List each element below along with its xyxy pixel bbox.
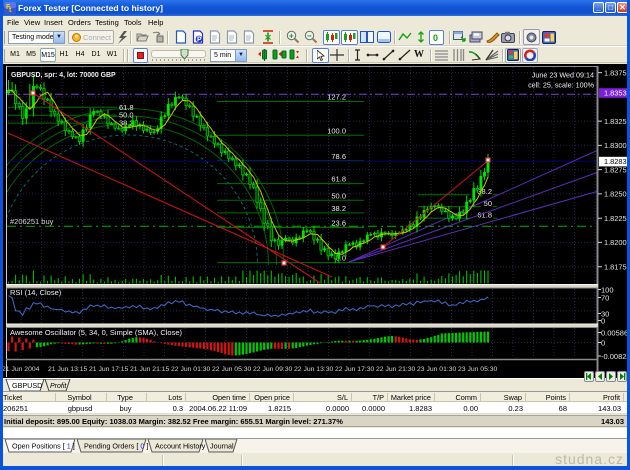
svg-text:P: P [197, 37, 202, 44]
svg-text:RSI (14, Close): RSI (14, Close) [10, 288, 62, 297]
svg-text:1.8283: 1.8283 [604, 157, 627, 166]
svg-text:21 Jun 2004: 21 Jun 2004 [3, 366, 40, 373]
svg-text:21 Jun 13:15: 21 Jun 13:15 [48, 366, 88, 373]
svg-text:0.00586: 0.00586 [601, 328, 627, 337]
svg-text:Journal: Journal [210, 442, 234, 451]
svg-text:1.8353: 1.8353 [604, 89, 627, 98]
svg-text:1.8375: 1.8375 [604, 68, 627, 77]
svg-text:23 Jun 05:30: 23 Jun 05:30 [458, 366, 498, 373]
svg-text:1.8200: 1.8200 [604, 238, 627, 247]
svg-text:61.8: 61.8 [331, 175, 346, 184]
svg-text:0: 0 [601, 338, 605, 347]
svg-text:#206251 buy: #206251 buy [10, 217, 54, 226]
svg-text:22 Jun 17:30: 22 Jun 17:30 [335, 366, 375, 373]
svg-text:Open Positions [ 1 ]: Open Positions [ 1 ] [12, 442, 75, 451]
svg-text:100.0: 100.0 [327, 126, 346, 135]
svg-text:1.8225: 1.8225 [604, 214, 627, 223]
svg-text:1.8300: 1.8300 [604, 141, 627, 150]
svg-text:21 Jun 21:15: 21 Jun 21:15 [130, 366, 170, 373]
svg-text:-0.00822: -0.00822 [601, 352, 627, 361]
svg-text:21 Jun 17:15: 21 Jun 17:15 [89, 366, 129, 373]
svg-text:23 Jun 01:30: 23 Jun 01:30 [417, 366, 457, 373]
svg-text:Profit: Profit [50, 383, 67, 390]
svg-text:22 Jun 05:30: 22 Jun 05:30 [212, 366, 252, 373]
svg-text:1.8275: 1.8275 [604, 165, 627, 174]
svg-text:Account History: Account History [155, 442, 206, 451]
svg-text:22 Jun 09:30: 22 Jun 09:30 [253, 366, 293, 373]
svg-text:Awesome Oscillator (5, 34, 0,: Awesome Oscillator (5, 34, 0, Simple (SM… [10, 328, 183, 337]
svg-text:0: 0 [601, 316, 605, 325]
svg-text:+: + [289, 31, 294, 40]
svg-text:−: − [307, 31, 312, 40]
svg-text:0.0: 0.0 [336, 254, 346, 263]
svg-text:1.8325: 1.8325 [604, 117, 627, 126]
svg-text:22 Jun 13:30: 22 Jun 13:30 [294, 366, 334, 373]
svg-text:78.6: 78.6 [331, 152, 346, 161]
svg-text:1.8175: 1.8175 [604, 263, 627, 272]
svg-text:Pending Orders [ 0 ]: Pending Orders [ 0 ] [84, 442, 148, 451]
svg-text:22 Jun 21:30: 22 Jun 21:30 [376, 366, 416, 373]
svg-text:22 Jun 01:30: 22 Jun 01:30 [171, 366, 211, 373]
svg-text:0: 0 [433, 33, 438, 43]
svg-text:GBPUSD, spr: 4, lot: 70000 GBP: GBPUSD, spr: 4, lot: 70000 GBP [11, 72, 116, 79]
svg-text:1.8250: 1.8250 [604, 190, 627, 199]
svg-text:50.0: 50.0 [331, 191, 346, 200]
svg-text:cell: 25, scale: 100%: cell: 25, scale: 100% [528, 81, 595, 90]
svg-text:GBPUSD: GBPUSD [12, 381, 42, 390]
svg-text:38.2: 38.2 [331, 204, 346, 213]
svg-text:70: 70 [601, 293, 609, 302]
svg-text:June 23 Wed 09:14: June 23 Wed 09:14 [532, 71, 594, 80]
